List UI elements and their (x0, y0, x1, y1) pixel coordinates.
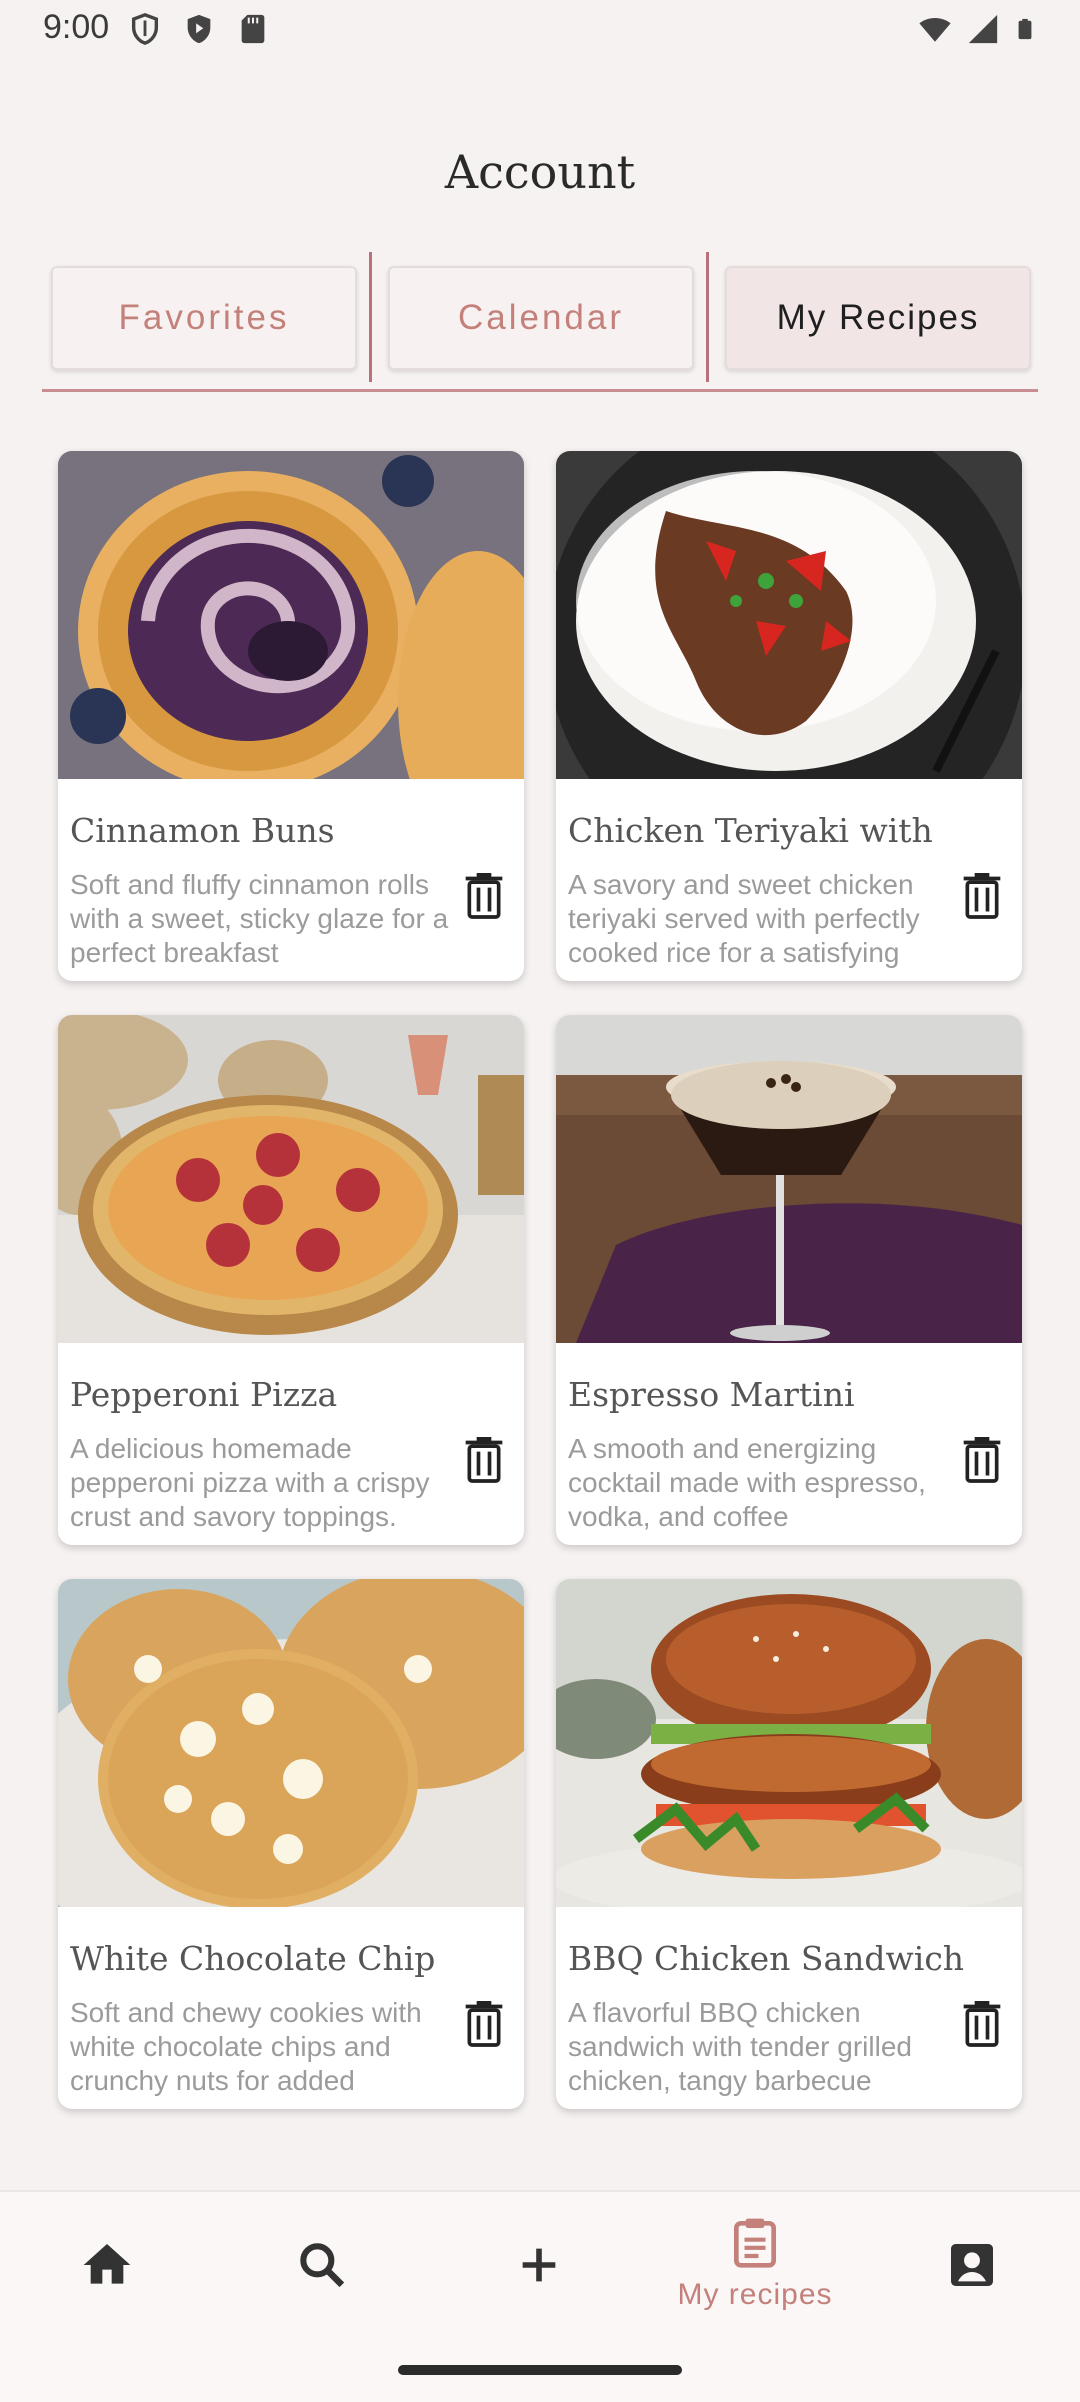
tab-divider (369, 252, 372, 382)
plus-icon (522, 2248, 556, 2282)
recipe-image (58, 1579, 524, 1907)
nav-label-my-recipes: My recipes (677, 2278, 833, 2311)
recipe-card[interactable]: White Chocolate Chip Soft and chewy cook… (58, 1579, 524, 2109)
recipe-image (556, 1015, 1022, 1343)
nav-home[interactable] (47, 2237, 167, 2347)
signal-icon (968, 14, 998, 44)
trash-icon[interactable] (960, 1997, 1004, 2049)
tab-calendar[interactable]: Calendar (388, 266, 694, 370)
tabs-underline (42, 389, 1038, 392)
recipe-description: A flavorful BBQ chicken sandwich with te… (568, 1997, 912, 2096)
account-box-icon (951, 2244, 993, 2286)
nav-my-recipes[interactable]: My recipes (677, 2214, 832, 2324)
recipe-card[interactable]: Espresso Martini A smooth and energizing… (556, 1015, 1022, 1545)
recipe-image (556, 451, 1022, 779)
recipe-image (556, 1579, 1022, 1907)
nav-search[interactable] (262, 2237, 382, 2347)
recipe-card[interactable]: Chicken Teriyaki with A savory and sweet… (556, 451, 1022, 981)
status-bar: 9:00 (0, 0, 1080, 64)
trash-icon[interactable] (960, 869, 1004, 921)
tab-divider (706, 252, 709, 382)
trash-icon[interactable] (462, 869, 506, 921)
tab-my-recipes[interactable]: My Recipes (725, 266, 1031, 370)
recipe-title: Pepperoni Pizza (70, 1375, 338, 1414)
nav-account[interactable] (912, 2237, 1032, 2347)
trash-icon[interactable] (462, 1433, 506, 1485)
play-protect-icon (187, 14, 211, 44)
clipboard-icon (734, 2218, 776, 2268)
recipe-description: A savory and sweet chicken teriyaki serv… (568, 869, 920, 968)
recipe-description: A delicious homemade pepperoni pizza wit… (70, 1433, 430, 1532)
sd-card-icon (241, 14, 265, 44)
tab-favorites[interactable]: Favorites (51, 266, 357, 370)
trash-icon[interactable] (462, 1997, 506, 2049)
search-icon (300, 2243, 345, 2288)
recipe-title: BBQ Chicken Sandwich (568, 1939, 965, 1978)
account-tabs: Favorites Calendar My Recipes (43, 252, 1037, 384)
recipe-image (58, 1015, 524, 1343)
recipe-card[interactable]: Cinnamon Buns Soft and fluffy cinnamon r… (58, 451, 524, 981)
recipe-title: Chicken Teriyaki with (568, 811, 933, 850)
nav-add[interactable] (479, 2237, 599, 2347)
recipe-title: White Chocolate Chip (70, 1939, 436, 1978)
home-indicator[interactable] (398, 2365, 682, 2375)
recipe-card[interactable]: BBQ Chicken Sandwich A flavorful BBQ chi… (556, 1579, 1022, 2109)
recipe-description: A smooth and energizing cocktail made wi… (568, 1433, 926, 1532)
status-time: 9:00 (43, 8, 110, 46)
wifi-icon (919, 18, 951, 42)
recipe-title: Espresso Martini (568, 1375, 855, 1414)
battery-icon (1018, 18, 1032, 40)
recipe-title: Cinnamon Buns (70, 811, 335, 850)
shield-icon (131, 13, 159, 45)
recipe-image (58, 451, 524, 779)
home-icon (83, 2244, 131, 2284)
recipe-card[interactable]: Pepperoni Pizza A delicious homemade pep… (58, 1015, 524, 1545)
trash-icon[interactable] (960, 1433, 1004, 1485)
recipe-description: Soft and chewy cookies with white chocol… (70, 1997, 422, 2096)
recipe-description: Soft and fluffy cinnamon rolls with a sw… (70, 869, 449, 968)
page-title: Account (444, 145, 636, 199)
